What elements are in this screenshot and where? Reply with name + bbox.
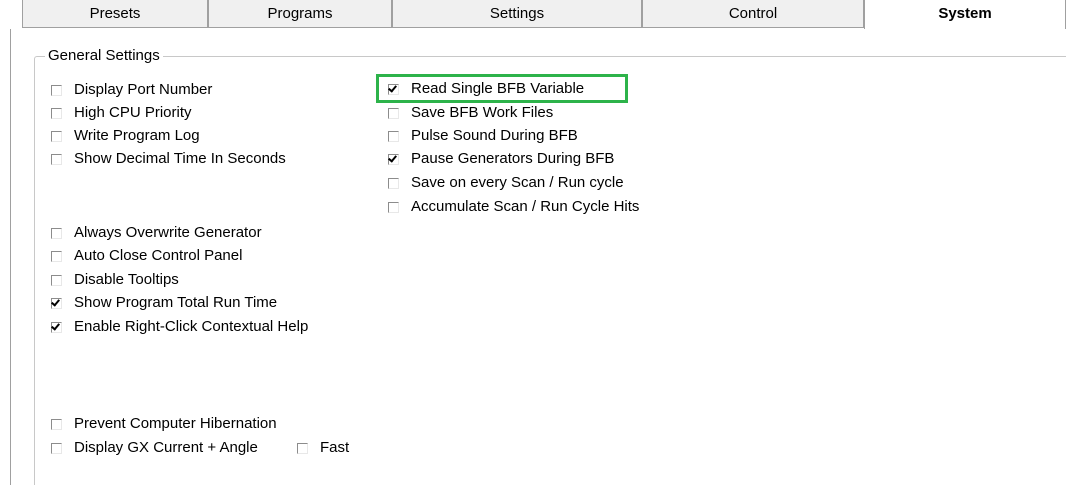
checkbox-box[interactable] [51,274,62,286]
checkbox-disable-tooltips[interactable]: Disable Tooltips [51,270,179,290]
checkbox-fast[interactable]: Fast [297,438,349,458]
checkbox-pulse-sound-during-bfb[interactable]: Pulse Sound During BFB [388,126,578,146]
checkbox-label: Auto Close Control Panel [74,247,243,264]
checkbox-display-gx-current-angle[interactable]: Display GX Current + Angle [51,438,258,458]
checkbox-box[interactable] [388,107,399,119]
checkbox-label: Save BFB Work Files [411,104,554,121]
checkbox-label: Show Program Total Run Time [74,294,278,311]
checkbox-accumulate-scan-run-cycle-hits[interactable]: Accumulate Scan / Run Cycle Hits [388,197,639,217]
checkbox-prevent-computer-hibernation[interactable]: Prevent Computer Hibernation [51,414,277,434]
group-title: General Settings [45,47,163,65]
checkbox-label: Prevent Computer Hibernation [74,415,277,432]
checkbox-box[interactable] [388,201,399,213]
checkbox-box[interactable] [51,84,62,96]
checkbox-box[interactable] [51,442,62,454]
checkbox-box[interactable] [388,153,399,165]
checkbox-always-overwrite-generator[interactable]: Always Overwrite Generator [51,223,262,243]
checkbox-save-bfb-work-files[interactable]: Save BFB Work Files [388,103,553,123]
checkbox-label: Write Program Log [74,127,200,144]
checkbox-box[interactable] [297,442,308,454]
checkbox-save-on-every-scan-run-cycle[interactable]: Save on every Scan / Run cycle [388,173,624,193]
checkbox-label: Save on every Scan / Run cycle [411,174,624,191]
checkbox-label: Accumulate Scan / Run Cycle Hits [411,198,640,215]
checkbox-label: High CPU Priority [74,104,192,121]
checkbox-label: Read Single BFB Variable [411,80,585,97]
tab-programs[interactable]: Programs [208,0,392,28]
checkbox-pause-generators-during-bfb[interactable]: Pause Generators During BFB [388,149,614,169]
checkbox-write-program-log[interactable]: Write Program Log [51,126,200,146]
checkbox-box[interactable] [388,130,399,142]
tab-presets[interactable]: Presets [22,0,208,28]
checkbox-read-single-bfb-variable[interactable]: Read Single BFB Variable [388,79,584,99]
tab-system[interactable]: System [864,0,1066,30]
checkbox-box[interactable] [51,130,62,142]
checkbox-box[interactable] [388,83,399,95]
checkbox-label: Show Decimal Time In Seconds [74,150,286,167]
checkbox-label: Always Overwrite Generator [74,224,262,241]
checkbox-box[interactable] [51,227,62,239]
checkbox-label: Display GX Current + Angle [74,439,258,456]
checkbox-display-port-number[interactable]: Display Port Number [51,80,212,100]
checkbox-show-decimal-time[interactable]: Show Decimal Time In Seconds [51,149,286,169]
checkbox-enable-right-click-help[interactable]: Enable Right-Click Contextual Help [51,317,308,337]
checkbox-high-cpu-priority[interactable]: High CPU Priority [51,103,192,123]
checkbox-label: Pulse Sound During BFB [411,127,578,144]
checkbox-label: Enable Right-Click Contextual Help [74,318,309,335]
checkbox-label: Display Port Number [74,81,213,98]
checkbox-box[interactable] [51,107,62,119]
checkbox-box[interactable] [51,321,62,333]
tab-control[interactable]: Control [642,0,864,28]
tab-strip: Presets Programs Settings Control System [0,0,1066,30]
checkbox-label: Disable Tooltips [74,271,179,288]
checkbox-box[interactable] [51,418,62,430]
checkbox-label: Fast [320,439,350,456]
checkbox-label: Pause Generators During BFB [411,150,615,167]
checkbox-auto-close-control-panel[interactable]: Auto Close Control Panel [51,246,242,266]
checkbox-box[interactable] [51,297,62,309]
checkbox-box[interactable] [388,177,399,189]
checkbox-box[interactable] [51,250,62,262]
checkbox-show-program-total-run-time[interactable]: Show Program Total Run Time [51,293,277,313]
tab-settings[interactable]: Settings [392,0,642,28]
checkbox-box[interactable] [51,153,62,165]
